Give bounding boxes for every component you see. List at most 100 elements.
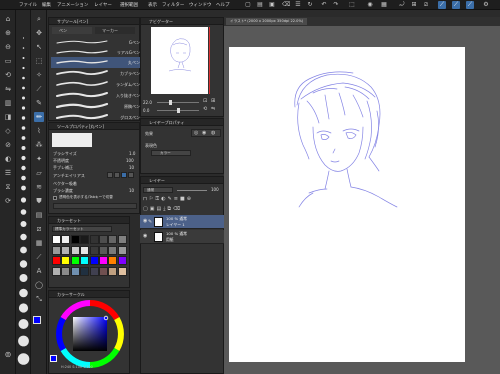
color-swatch[interactable] [52,266,61,276]
ruler-icon[interactable]: ⧄ [422,1,430,9]
palette-icon[interactable]: ◐ [3,154,13,164]
eye-icon[interactable]: ◉ [366,1,374,9]
color-swatch[interactable] [117,256,127,265]
menu-filter[interactable]: フィルター [162,2,184,8]
color-swatch[interactable] [89,256,99,265]
operation-tool-icon[interactable]: ↖ [34,42,44,52]
color-swatch[interactable] [99,256,108,265]
opacity-slider[interactable] [177,190,207,191]
expression-dropdown[interactable]: カラー [151,150,191,156]
home-icon[interactable]: ⌂ [3,14,13,24]
antialias-weak[interactable] [114,172,120,178]
auto-select-icon[interactable]: ✧ [34,70,44,80]
color-swatch[interactable] [89,245,99,255]
drawing-paper[interactable] [229,47,465,362]
ruler-tool-icon[interactable]: ⟋ [34,252,44,262]
stabilizer-icon[interactable]: ⟋ [438,1,446,9]
undo-icon[interactable]: ↶ [320,1,328,9]
color-swatch[interactable] [108,256,118,265]
current-color-chip[interactable] [50,355,57,362]
zoom-out-icon[interactable]: ⊖ [3,42,13,52]
rotate-view-icon[interactable]: ⟲ [3,70,13,80]
layer-icon[interactable]: ▥ [3,98,13,108]
eraser-icon[interactable]: ▱ [34,168,44,178]
selection-tool-icon[interactable]: ⬚ [34,56,44,66]
flip-view-icon[interactable]: ⇋ [211,106,215,112]
delete-layer-icon[interactable]: ⌫ [173,206,182,212]
color-swatch[interactable] [80,266,90,276]
effect-buttons[interactable]: ◎ ◉ ◍ [191,129,221,137]
color-swatch[interactable] [61,256,71,265]
zoom-fit-icon[interactable]: ⊡ [203,98,207,104]
menu-window[interactable]: ウィンドウ [189,2,212,8]
color-swatch[interactable] [61,266,71,276]
color-swatch[interactable] [99,235,108,244]
antialias-selector[interactable] [107,172,137,178]
correct-line-icon[interactable]: ⤡ [34,294,44,304]
menu-layer[interactable]: レイヤー [94,2,112,8]
balloon-icon[interactable]: ◯ [34,280,44,290]
antialias-none[interactable] [107,172,113,178]
transparent-checkbox[interactable] [53,196,57,200]
color-swatch[interactable] [108,245,118,255]
layer-row-2[interactable]: ◉ 100 % 通常 用紙 [140,230,224,244]
trash-icon[interactable]: ⌫ [282,1,290,9]
property-icon[interactable]: ☰ [3,168,13,178]
border-effect-icon[interactable]: ◎ [194,130,198,136]
rotation-slider-handle[interactable] [177,108,180,113]
bucket-icon[interactable]: ⛊ [34,196,44,206]
menu-selection[interactable]: 選択範囲 [120,2,138,8]
antialias-medium[interactable] [121,172,127,178]
new-file-icon[interactable]: ▢ [244,1,252,9]
menu-edit[interactable]: 編集 [42,2,51,8]
fill-icon[interactable]: ◨ [3,112,13,122]
open-file-icon[interactable]: ▤ [256,1,264,9]
brush-density-value[interactable]: 10 [129,188,134,193]
history-icon[interactable]: ⟳ [3,196,13,206]
color-swatch[interactable] [52,245,61,255]
color-swatch[interactable] [117,266,127,276]
redo-circle-icon[interactable]: ↻ [306,1,314,9]
flip-icon[interactable]: ⇋ [3,84,13,94]
rotation-value[interactable]: 0.0 [143,108,149,113]
color-swatch[interactable] [52,256,61,265]
zoom-value[interactable]: 22.0 [143,100,152,105]
color-swatch[interactable] [80,245,90,255]
color-swatch[interactable] [99,245,108,255]
text-icon[interactable]: A [34,266,44,276]
blend-mode-dropdown[interactable]: 通常 [143,187,173,193]
menu-help[interactable]: ヘルプ [216,2,230,8]
color-swatch[interactable] [89,235,99,244]
grid-icon[interactable]: ▦ [380,1,388,9]
tone-effect-icon[interactable]: ◉ [202,130,206,136]
pencil-icon[interactable]: ✏ [34,112,44,122]
move-tool-icon[interactable]: ✥ [34,28,44,38]
eyedropper-icon[interactable]: ⟋ [34,84,44,94]
color-swatch[interactable] [89,266,99,276]
zoom-reset-icon[interactable]: ⊞ [211,98,215,104]
layer-visibility-icon[interactable]: ◉ [143,233,147,239]
figure-icon[interactable]: ⧄ [34,224,44,234]
clear-icon[interactable]: ⊘ [3,140,13,150]
color-effect-icon[interactable]: ◍ [211,130,215,136]
color-swatch[interactable] [70,245,80,255]
brush-icon[interactable]: ⌇ [34,126,44,136]
main-color-chip[interactable] [33,316,41,324]
settings-icon[interactable]: ⚙ [482,1,490,9]
color-swatch[interactable] [80,235,90,244]
opacity-value[interactable]: 100 [126,158,134,163]
zoom-in-icon[interactable]: ⊕ [3,28,13,38]
save-icon[interactable]: ▣ [268,1,276,9]
new-raster-icon[interactable]: ▢ [143,206,150,212]
snap-icon[interactable]: ⊞ [410,1,418,9]
menu-view[interactable]: 表示 [148,2,157,8]
color-swatch[interactable] [80,256,90,265]
hue-ring[interactable] [53,299,127,369]
canvas-tab[interactable]: イラスト* (2000 x 2000px 350dpi 22.0%) [226,18,308,25]
blend-icon[interactable]: ≋ [34,182,44,192]
timeline-icon[interactable]: ⧖ [3,182,13,192]
layer-opacity-value[interactable]: 100 [211,187,219,192]
menu-circle-icon[interactable]: ⊚ [3,350,13,360]
brush-size-dots[interactable] [16,10,31,374]
color-swatch[interactable] [117,245,127,255]
